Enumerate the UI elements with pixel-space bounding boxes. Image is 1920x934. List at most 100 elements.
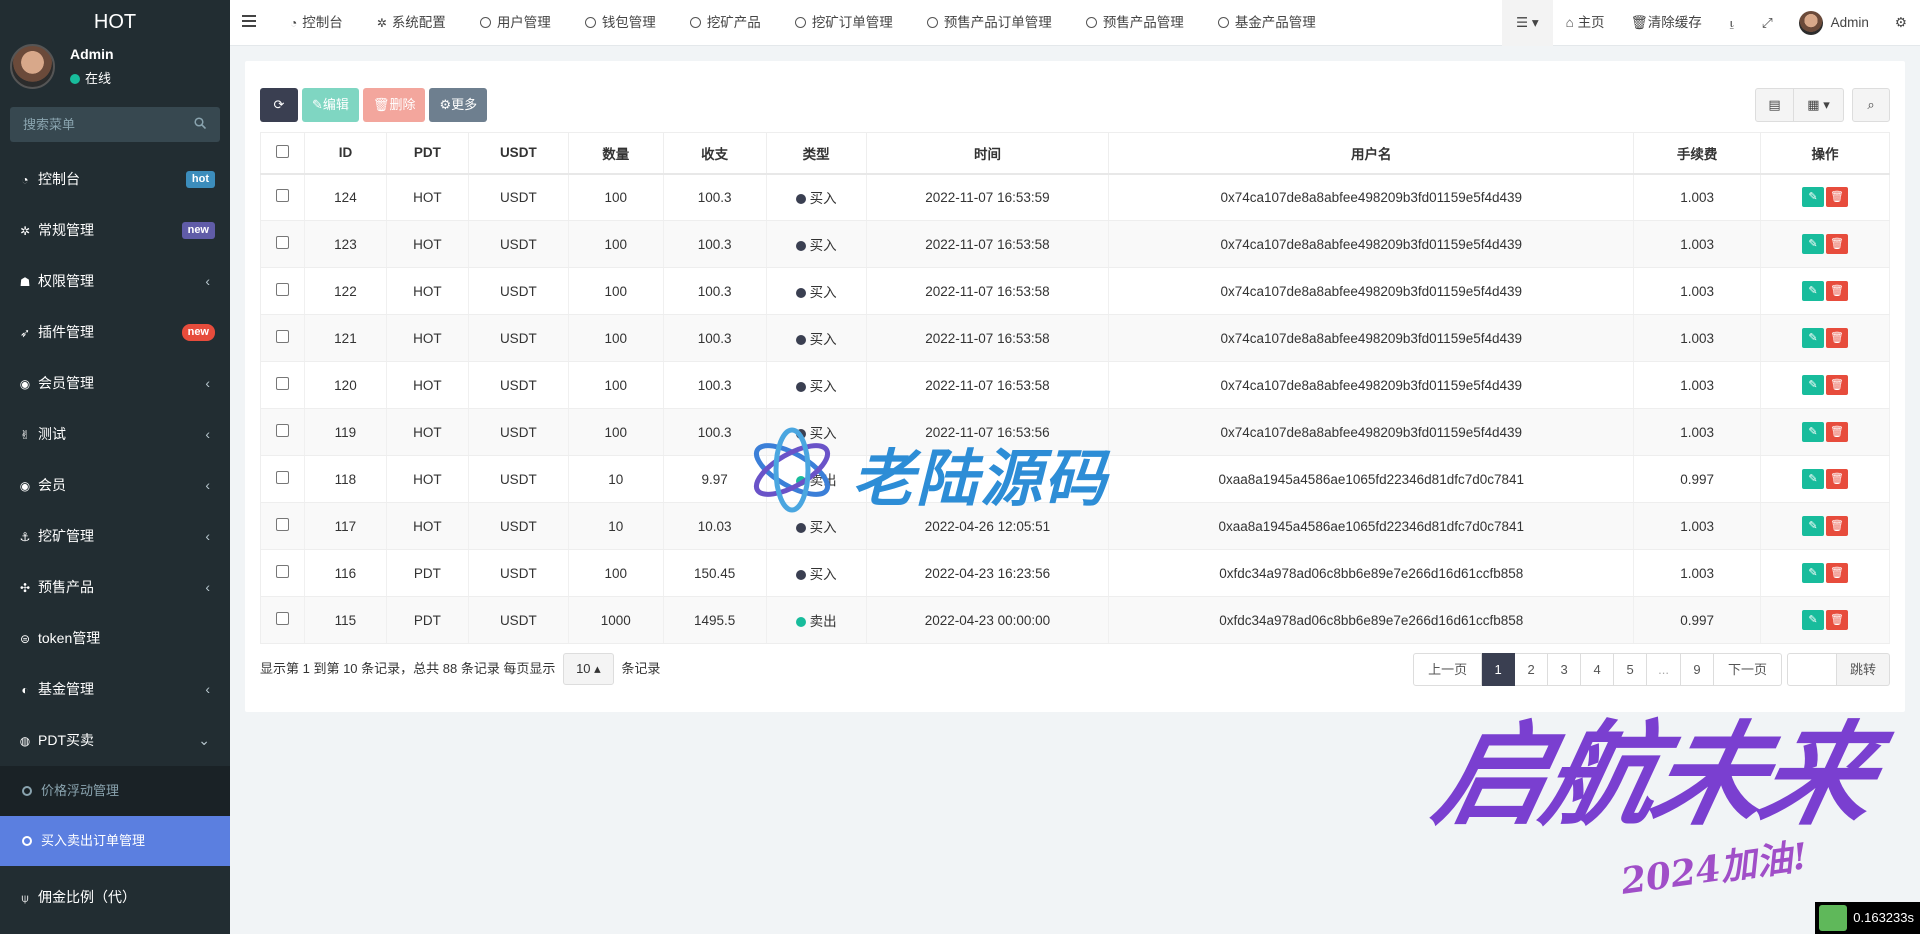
sidebar-item-member-admin[interactable]: ◉ 会员管理 ‹ bbox=[0, 358, 230, 409]
col-header-pdt[interactable]: PDT bbox=[386, 132, 469, 175]
row-edit-button[interactable]: ✎ bbox=[1802, 422, 1825, 442]
row-delete-button[interactable]: 🗑 bbox=[1826, 610, 1849, 630]
delete-button[interactable]: 🗑删除 bbox=[362, 88, 426, 122]
sidebar-item-pdt-trade[interactable]: ◍ PDT买卖 ⌄ bbox=[0, 715, 230, 766]
tab-presale-product[interactable]: 预售产品管理 bbox=[1085, 0, 1197, 46]
sidebar-subitem-order-manage[interactable]: 买入卖出订单管理 bbox=[0, 816, 230, 866]
tab-wallet-manage[interactable]: 钱包管理 bbox=[584, 0, 669, 46]
row-checkbox-cell[interactable] bbox=[260, 361, 305, 409]
tab-list-dropdown[interactable]: ☰ ▾ bbox=[1501, 0, 1553, 46]
language-button[interactable]: ⍸ bbox=[1715, 0, 1749, 46]
table-row[interactable]: 121 HOT USDT 100 100.3 买入 2022-11-07 16:53:58 0… bbox=[260, 314, 1890, 362]
sidebar-item-dashboard[interactable]: ◔ 控制台 hot bbox=[0, 154, 230, 205]
table-row[interactable]: 115 PDT USDT 1000 1495.5 卖出 2022-04-23 00:00:0… bbox=[260, 596, 1890, 644]
row-delete-button[interactable]: 🗑 bbox=[1826, 516, 1849, 536]
tab-system-config[interactable]: ✲ 系统配置 bbox=[377, 0, 459, 46]
col-header-time[interactable]: 时间 bbox=[866, 132, 1110, 175]
row-delete-button[interactable]: 🗑 bbox=[1826, 328, 1849, 348]
sidebar-item-token[interactable]: ⊜ token管理 bbox=[0, 613, 230, 664]
row-checkbox[interactable] bbox=[275, 236, 289, 249]
edit-button[interactable]: ✎编辑 bbox=[302, 88, 359, 122]
row-edit-button[interactable]: ✎ bbox=[1802, 563, 1825, 583]
row-checkbox[interactable] bbox=[275, 518, 289, 531]
columns-dropdown[interactable]: ▦ ▾ bbox=[1794, 88, 1844, 122]
settings-button[interactable]: ⚙ bbox=[1882, 0, 1920, 46]
row-delete-button[interactable]: 🗑 bbox=[1826, 187, 1849, 208]
row-checkbox-cell[interactable] bbox=[260, 596, 305, 644]
tab-dashboard[interactable]: ◔ 控制台 bbox=[290, 0, 356, 46]
sidebar-item-presale[interactable]: ✣ 预售产品 ‹ bbox=[0, 562, 230, 613]
row-delete-button[interactable]: 🗑 bbox=[1826, 375, 1849, 395]
col-header-user[interactable]: 用户名 bbox=[1108, 132, 1635, 175]
brand-logo[interactable]: HOT bbox=[0, 0, 230, 46]
tab-fund-product[interactable]: 基金产品管理 bbox=[1217, 0, 1329, 46]
row-edit-button[interactable]: ✎ bbox=[1802, 328, 1825, 348]
table-row[interactable]: 120 HOT USDT 100 100.3 买入 2022-11-07 16:53:58 0… bbox=[260, 361, 1890, 409]
row-edit-button[interactable]: ✎ bbox=[1802, 469, 1825, 489]
sidebar-item-permission[interactable]: ☗ 权限管理 ‹ bbox=[0, 256, 230, 307]
row-edit-button[interactable]: ✎ bbox=[1802, 234, 1825, 254]
refresh-button[interactable]: ⟳ bbox=[260, 88, 298, 122]
row-checkbox[interactable] bbox=[275, 471, 289, 484]
sidebar-item-general[interactable]: ✲ 常规管理 new bbox=[0, 205, 230, 256]
tab-user-manage[interactable]: 用户管理 bbox=[479, 0, 564, 46]
page-size-select[interactable]: 10 ▴ bbox=[563, 653, 614, 685]
row-edit-button[interactable]: ✎ bbox=[1802, 187, 1825, 208]
row-checkbox[interactable] bbox=[275, 377, 289, 390]
tab-mining-order[interactable]: 挖矿订单管理 bbox=[794, 0, 906, 46]
fullscreen-button[interactable]: ⤢ bbox=[1749, 0, 1786, 46]
row-delete-button[interactable]: 🗑 bbox=[1826, 469, 1849, 489]
row-checkbox-cell[interactable] bbox=[260, 408, 305, 456]
table-row[interactable]: 116 PDT USDT 100 150.45 买入 2022-04-23 16:23:56… bbox=[260, 549, 1890, 597]
row-checkbox[interactable] bbox=[275, 424, 289, 437]
sidebar-item-commission[interactable]: ⍦ 佣金比例（代） bbox=[0, 872, 230, 923]
row-checkbox-cell[interactable] bbox=[260, 267, 305, 315]
toggle-view-button[interactable]: ▤ bbox=[1755, 88, 1794, 122]
col-header-type[interactable]: 类型 bbox=[766, 132, 867, 175]
col-header-qty[interactable]: 数量 bbox=[568, 132, 664, 175]
table-row[interactable]: 124 HOT USDT 100 100.3 买入 2022-11-07 16:53:59 0… bbox=[260, 173, 1890, 221]
row-delete-button[interactable]: 🗑 bbox=[1826, 563, 1849, 583]
clear-cache-button[interactable]: 🗑清除缓存 bbox=[1618, 0, 1715, 46]
sidebar-item-plugins[interactable]: ➶ 插件管理 new bbox=[0, 307, 230, 358]
row-checkbox-cell[interactable] bbox=[260, 549, 305, 597]
col-header-id[interactable]: ID bbox=[304, 132, 387, 175]
select-all-checkbox[interactable] bbox=[275, 144, 289, 158]
row-checkbox-cell[interactable] bbox=[260, 455, 305, 503]
sidebar-item-member[interactable]: ◉ 会员 ‹ bbox=[0, 460, 230, 511]
row-edit-button[interactable]: ✎ bbox=[1802, 516, 1825, 536]
row-checkbox[interactable] bbox=[275, 189, 289, 203]
search-icon[interactable] bbox=[194, 117, 206, 129]
row-checkbox[interactable] bbox=[275, 612, 289, 625]
more-button[interactable]: ⚙更多 bbox=[429, 88, 488, 122]
col-header-fee[interactable]: 手续费 bbox=[1633, 132, 1762, 175]
sidebar-item-test[interactable]: ✌ 测试 ‹ bbox=[0, 409, 230, 460]
menu-toggle-icon[interactable] bbox=[242, 15, 256, 29]
search-toggle-button[interactable]: ⌕ bbox=[1852, 88, 1890, 122]
row-checkbox-cell[interactable] bbox=[260, 502, 305, 550]
admin-menu[interactable]: Admin bbox=[1786, 0, 1882, 46]
col-header-amount[interactable]: 收支 bbox=[663, 132, 767, 175]
col-header-usdt[interactable]: USDT bbox=[468, 132, 569, 175]
tab-mining-product[interactable]: 挖矿产品 bbox=[689, 0, 774, 46]
row-checkbox-cell[interactable] bbox=[260, 314, 305, 362]
row-checkbox-cell[interactable] bbox=[260, 173, 305, 221]
table-row[interactable]: 123 HOT USDT 100 100.3 买入 2022-11-07 16:53:58 0… bbox=[260, 220, 1890, 268]
sidebar-item-mining[interactable]: ⚓ 挖矿管理 ‹ bbox=[0, 511, 230, 562]
row-checkbox-cell[interactable] bbox=[260, 220, 305, 268]
row-checkbox[interactable] bbox=[275, 330, 289, 343]
row-delete-button[interactable]: 🗑 bbox=[1826, 234, 1849, 254]
sidebar-item-fund[interactable]: ◐ 基金管理 ‹ bbox=[0, 664, 230, 715]
table-row[interactable]: 122 HOT USDT 100 100.3 买入 2022-11-07 16:53:58 0… bbox=[260, 267, 1890, 315]
home-link[interactable]: ⌂ 主页 bbox=[1553, 0, 1618, 46]
tab-presale-order[interactable]: 预售产品订单管理 bbox=[926, 0, 1065, 46]
row-checkbox[interactable] bbox=[275, 283, 289, 296]
row-checkbox[interactable] bbox=[275, 565, 289, 578]
row-delete-button[interactable]: 🗑 bbox=[1826, 422, 1849, 442]
row-edit-button[interactable]: ✎ bbox=[1802, 375, 1825, 395]
row-delete-button[interactable]: 🗑 bbox=[1826, 281, 1849, 301]
sidebar-subitem-price-float[interactable]: 价格浮动管理 bbox=[0, 766, 230, 816]
menu-search-input[interactable] bbox=[10, 107, 220, 142]
select-all-checkbox-cell[interactable] bbox=[260, 132, 305, 175]
row-edit-button[interactable]: ✎ bbox=[1802, 281, 1825, 301]
